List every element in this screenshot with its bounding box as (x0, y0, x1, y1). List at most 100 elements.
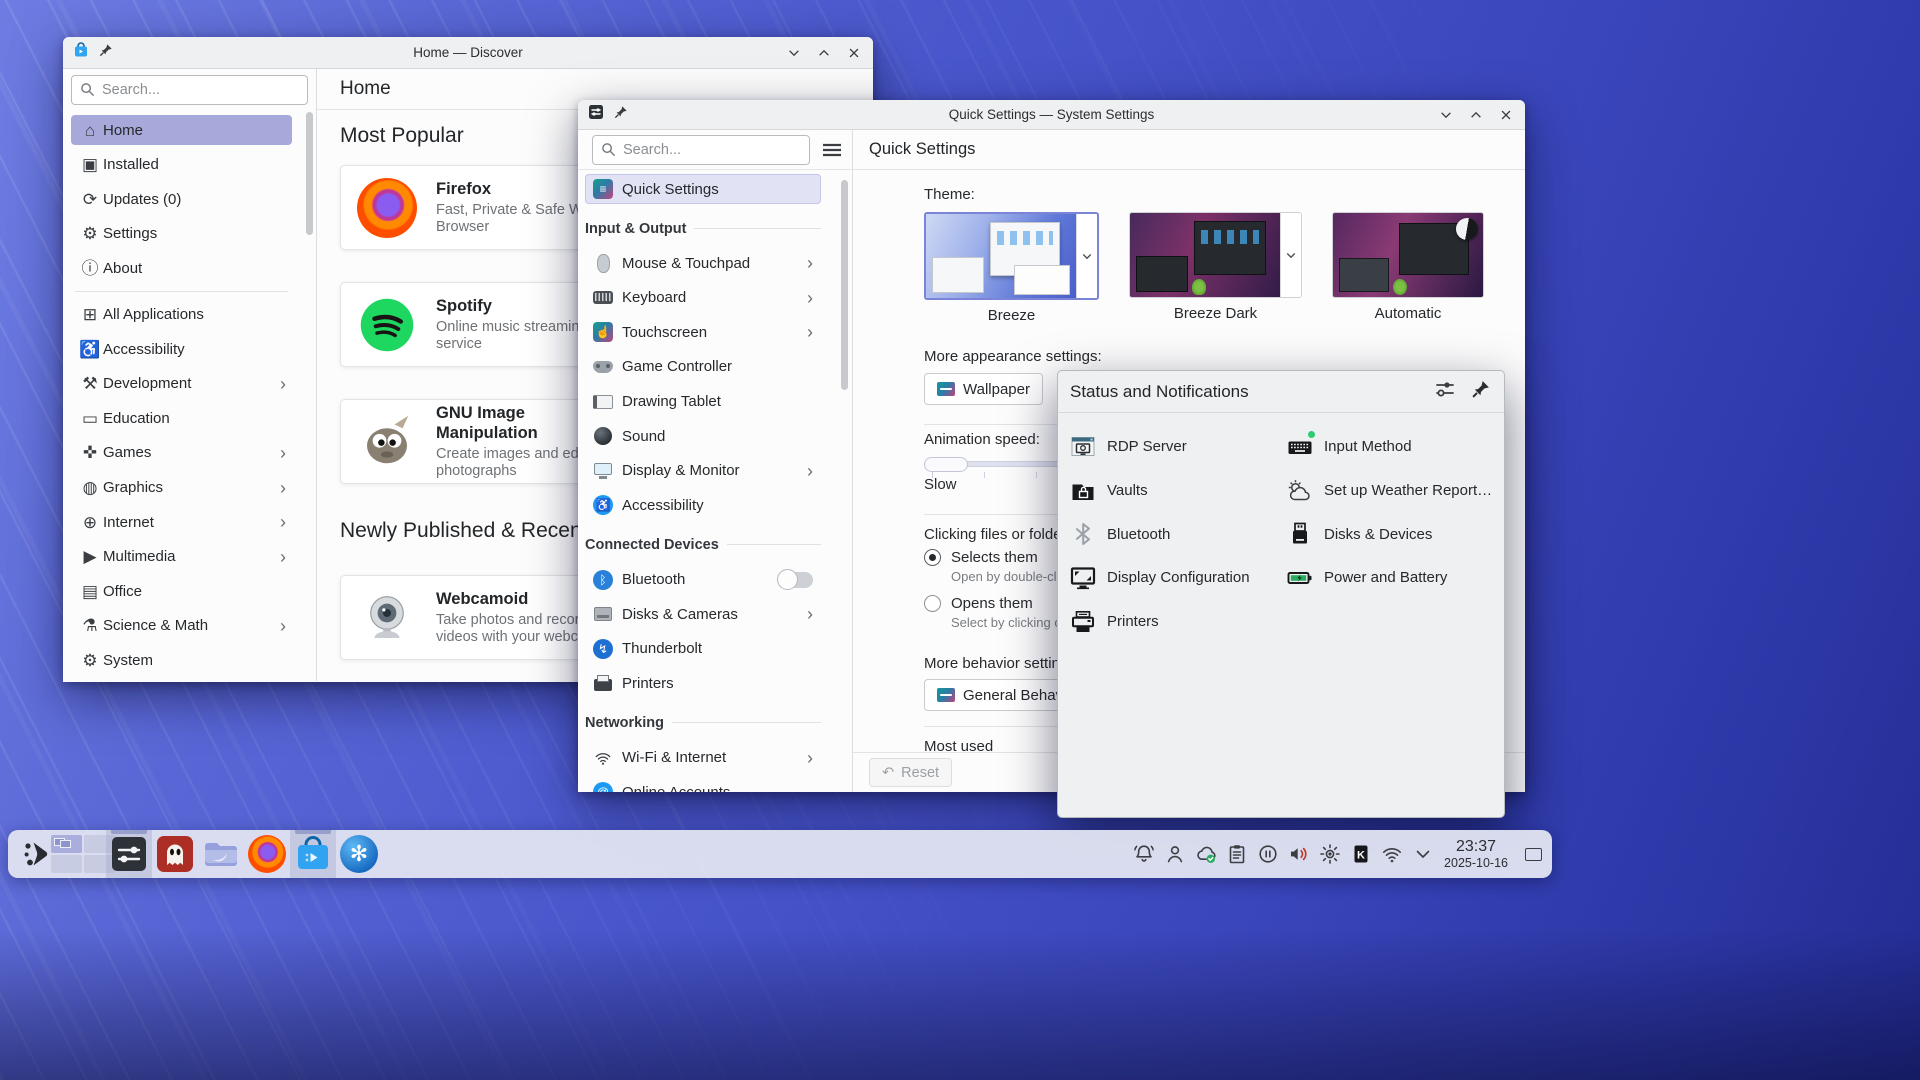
sidebar-item-graphics[interactable]: ◍Graphics› (71, 473, 292, 503)
popup-item-vaults[interactable]: Vaults (1070, 469, 1287, 513)
popup-item-input-method[interactable]: Input Method (1287, 425, 1504, 469)
tray-clipboard-icon[interactable] (1226, 843, 1248, 865)
sidebar-item-development[interactable]: ⚒Development› (71, 369, 292, 399)
search-input[interactable] (71, 75, 308, 105)
sidebar-item-label: Bluetooth (622, 571, 685, 588)
sidebar-scrollbar[interactable] (306, 112, 313, 235)
show-desktop-button[interactable] (1520, 834, 1546, 874)
theme-dropdown-button[interactable] (1076, 214, 1097, 298)
sidebar-scrollbar[interactable] (841, 180, 848, 390)
sidebar-item-bluetooth[interactable]: ᛒBluetooth (585, 565, 821, 595)
sidebar-item-home[interactable]: ⌂Home (71, 115, 292, 145)
general-behavior-icon (937, 688, 955, 702)
slider-handle[interactable] (924, 457, 968, 472)
status-popup: Status and Notifications RDP ServerVault… (1057, 370, 1505, 818)
close-button[interactable] (1497, 106, 1515, 124)
maximize-button[interactable] (815, 44, 833, 62)
popup-item-bluetooth[interactable]: Bluetooth (1070, 512, 1287, 556)
sidebar-item-printers[interactable]: Printers (585, 668, 821, 698)
close-button[interactable] (845, 44, 863, 62)
maximize-button[interactable] (1467, 106, 1485, 124)
sidebar-section-input-output: Input & Output (585, 214, 821, 244)
pin-icon[interactable] (99, 43, 113, 62)
sidebar-item-installed[interactable]: ▣Installed (71, 150, 292, 180)
tray-media-pause-icon[interactable] (1257, 843, 1279, 865)
sidebar-item-display-monitor[interactable]: Display & Monitor› (585, 456, 821, 486)
sidebar-item-sound[interactable]: Sound (585, 421, 821, 451)
tray-notifications-icon[interactable] (1133, 843, 1155, 865)
sidebar-item-updates-0[interactable]: ⟳Updates (0) (71, 184, 292, 214)
theme-dropdown-button[interactable] (1280, 213, 1301, 297)
settings-search[interactable] (592, 135, 810, 165)
sidebar-item-office[interactable]: ▤Office (71, 576, 292, 606)
tray-keyboard-layout-icon[interactable]: K (1350, 843, 1372, 865)
tray-expand-arrow-icon[interactable] (1412, 843, 1434, 865)
taskbar-firefox[interactable] (244, 830, 290, 878)
shade-button[interactable] (785, 44, 803, 62)
tray-cloud-sync-icon[interactable] (1195, 843, 1217, 865)
pin-icon[interactable] (614, 105, 628, 124)
taskbar-konqueror[interactable]: ✻ (336, 830, 382, 878)
popup-item-printers[interactable]: Printers (1070, 600, 1287, 644)
popup-item-display-configuration[interactable]: Display Configuration (1070, 556, 1287, 600)
popup-item-power-and-battery[interactable]: Power and Battery (1287, 556, 1504, 600)
sidebar-item-multimedia[interactable]: ▶Multimedia› (71, 542, 292, 572)
popup-item-rdp-server[interactable]: RDP Server (1070, 425, 1287, 469)
tray-volume-icon[interactable] (1288, 843, 1310, 865)
popup-item-label: Printers (1107, 613, 1159, 630)
sidebar-item-thunderbolt[interactable]: ↯Thunderbolt (585, 634, 821, 664)
settings-titlebar[interactable]: Quick Settings — System Settings (578, 100, 1525, 130)
radio-opens-them[interactable] (924, 595, 941, 612)
taskbar-ghostwriter[interactable] (152, 830, 198, 878)
sidebar-item-education[interactable]: ▭Education (71, 403, 292, 433)
sidebar-item-about[interactable]: ⓘAbout (71, 253, 292, 283)
taskbar-discover[interactable] (290, 830, 336, 878)
sidebar-item-quick-settings[interactable]: ≡Quick Settings (585, 174, 821, 204)
sidebar-item-internet[interactable]: ⊕Internet› (71, 507, 292, 537)
sidebar-item-disks-cameras[interactable]: Disks & Cameras› (585, 599, 821, 629)
theme-card-automatic[interactable] (1332, 212, 1484, 298)
sidebar-item-wi-fi-internet[interactable]: Wi-Fi & Internet› (585, 743, 821, 773)
taskbar-system-settings[interactable] (106, 830, 152, 878)
pin-icon[interactable] (1472, 380, 1490, 403)
sidebar-item-system[interactable]: ⚙System (71, 646, 292, 676)
theme-card-breeze-dark[interactable] (1129, 212, 1302, 298)
search-input[interactable] (592, 135, 810, 165)
discover-search[interactable] (71, 75, 308, 105)
popup-item-label: Set up Weather Report… (1324, 482, 1492, 499)
sidebar-item-settings[interactable]: ⚙Settings (71, 219, 292, 249)
sidebar-item-drawing-tablet[interactable]: Drawing Tablet (585, 387, 821, 417)
sidebar-item-label: Printers (622, 675, 674, 692)
radio-selects-them[interactable] (924, 549, 941, 566)
sidebar-item-accessibility[interactable]: ♿Accessibility (71, 334, 292, 364)
taskbar-pager[interactable] (60, 830, 106, 878)
configure-icon[interactable] (1434, 378, 1456, 405)
sidebar-item-mouse-touchpad[interactable]: Mouse & Touchpad› (585, 248, 821, 278)
reset-button[interactable]: ↶Reset (869, 758, 952, 787)
sidebar-item-accessibility[interactable]: ♿Accessibility (585, 490, 821, 520)
bluetooth-toggle[interactable] (779, 572, 813, 588)
sidebar-item-all-applications[interactable]: ⊞All Applications (71, 300, 292, 330)
wallpaper-button[interactable]: Wallpaper (924, 373, 1043, 405)
tray-night-light-icon[interactable] (1319, 843, 1341, 865)
sidebar-item-online-accounts[interactable]: @Online Accounts (585, 777, 821, 792)
sidebar-item-science-math[interactable]: ⚗Science & Math› (71, 611, 292, 641)
sidebar-item-keyboard[interactable]: Keyboard› (585, 283, 821, 313)
clock[interactable]: 23:37 2025-10-16 (1444, 838, 1508, 871)
popup-item-label: Power and Battery (1324, 569, 1447, 586)
popup-item-disks-devices[interactable]: Disks & Devices (1287, 512, 1504, 556)
tray-network-wifi-icon[interactable] (1381, 843, 1403, 865)
sidebar-item-touchscreen[interactable]: ☝Touchscreen› (585, 317, 821, 347)
sidebar-item-games[interactable]: ✜Games› (71, 438, 292, 468)
discover-titlebar[interactable]: Home — Discover (63, 37, 873, 69)
shade-button[interactable] (1437, 106, 1455, 124)
all-applications-icon: ⊞ (77, 306, 103, 323)
taskbar-dolphin[interactable] (198, 830, 244, 878)
popup-item-set-up-weather-report[interactable]: Set up Weather Report… (1287, 469, 1504, 513)
theme-card-breeze[interactable] (924, 212, 1099, 300)
sidebar-item-label: Multimedia (103, 548, 176, 565)
theme-name: Breeze Dark (1174, 305, 1257, 322)
sidebar-item-game-controller[interactable]: Game Controller (585, 352, 821, 382)
tray-user-icon[interactable] (1164, 843, 1186, 865)
menu-icon[interactable] (822, 142, 842, 158)
